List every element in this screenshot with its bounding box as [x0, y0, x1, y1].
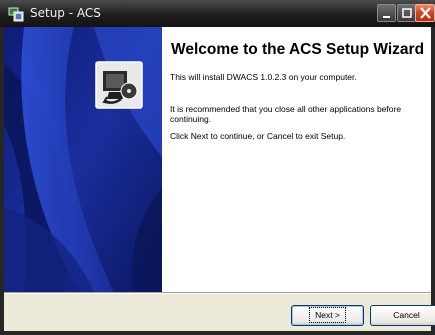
- close-apps-text: It is recommended that you close all oth…: [170, 104, 402, 124]
- install-info-text: This will install DWACS 1.0.2.3 on your …: [170, 72, 357, 82]
- welcome-title: Welcome to the ACS Setup Wizard: [171, 41, 425, 58]
- minimize-icon: [383, 16, 390, 18]
- maximize-button[interactable]: [397, 4, 416, 22]
- setup-app-icon: [8, 7, 24, 22]
- continue-instruction-text: Click Next to continue, or Cancel to exi…: [170, 131, 346, 141]
- wizard-side-banner: [4, 27, 162, 292]
- wizard-client-area: Welcome to the ACS Setup Wizard This wil…: [4, 27, 435, 331]
- title-bar[interactable]: Setup - ACS: [0, 0, 435, 27]
- close-button[interactable]: [415, 4, 435, 22]
- next-button[interactable]: Next >: [291, 305, 364, 326]
- footer-divider: [4, 293, 431, 294]
- setup-window: Setup - ACS Welcome to the ACS Setup Wiz…: [0, 0, 435, 335]
- cancel-button-label: Cancel: [393, 310, 420, 320]
- wizard-button-bar: Next > Cancel: [4, 292, 435, 331]
- next-button-label: Next >: [309, 307, 346, 323]
- computer-cd-install-icon: [95, 61, 143, 109]
- close-icon: [420, 7, 431, 19]
- welcome-content: Welcome to the ACS Setup Wizard This wil…: [162, 27, 431, 292]
- cancel-button[interactable]: Cancel: [370, 305, 435, 326]
- window-title: Setup - ACS: [30, 6, 101, 20]
- minimize-button[interactable]: [377, 4, 396, 22]
